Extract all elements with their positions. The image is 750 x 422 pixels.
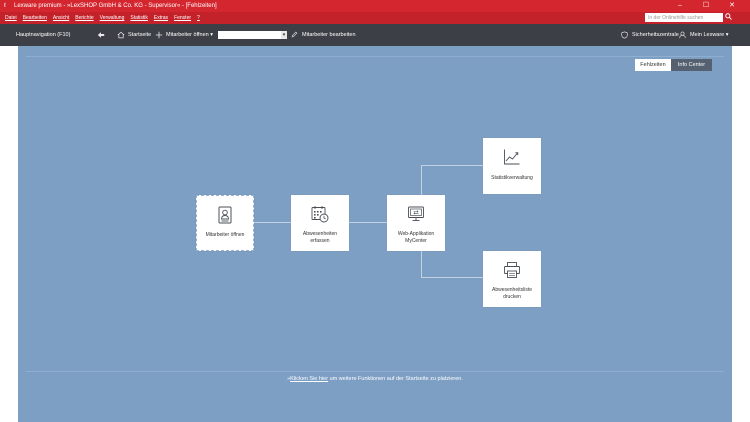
pencil-icon[interactable] xyxy=(291,24,298,46)
calendar-clock-icon xyxy=(291,205,349,223)
open-employee-label: Mitarbeiter öffnen xyxy=(166,32,209,38)
add-functions-hint: »Klicken Sie hier um weitere Funktionen … xyxy=(18,376,732,382)
shield-icon[interactable] xyxy=(621,24,628,46)
tile-print-absences[interactable]: Abwesenheitsliste drucken xyxy=(483,251,541,307)
tile-label: Web-Applikation MyCenter xyxy=(397,231,435,244)
view-tabs: Fehlzeiten Info Center xyxy=(635,59,712,71)
tile-record-absences[interactable]: Abwesenheiten erfassen xyxy=(291,195,349,251)
account-label: Mein Lexware xyxy=(690,32,725,38)
menu-help[interactable]: ? xyxy=(194,15,203,21)
menu-bearbeiten[interactable]: Bearbeiten xyxy=(20,15,50,21)
tile-statistics[interactable]: Statistikverwaltung xyxy=(483,138,541,194)
home-button[interactable]: Startseite xyxy=(128,24,151,46)
employee-select[interactable]: ▾ xyxy=(218,31,287,39)
tile-open-employee[interactable]: Mitarbeiter öffnen xyxy=(196,195,254,251)
plus-icon[interactable] xyxy=(155,24,163,46)
monitor-icon xyxy=(387,205,445,223)
add-functions-link[interactable]: Klicken Sie hier xyxy=(290,376,328,382)
home-icon[interactable] xyxy=(117,24,125,46)
window-title: Lexware premium - »LexSHOP GmbH & Co. KG… xyxy=(14,3,217,9)
tab-fehlzeiten[interactable]: Fehlzeiten xyxy=(635,59,671,71)
employee-card-icon xyxy=(197,206,253,224)
connector-line xyxy=(421,165,422,195)
account-menu-button[interactable]: Mein Lexware ▾ xyxy=(690,24,729,46)
connector-line xyxy=(254,222,291,223)
close-button[interactable]: ✕ xyxy=(719,0,745,12)
divider xyxy=(26,371,724,372)
divider xyxy=(26,56,724,57)
menu-fenster[interactable]: Fenster xyxy=(171,15,194,21)
tab-info-center[interactable]: Info Center xyxy=(671,59,712,71)
tile-label: Abwesenheiten erfassen xyxy=(302,231,338,244)
tile-label: Statistikverwaltung xyxy=(491,175,533,181)
back-arrow-icon[interactable] xyxy=(97,24,105,46)
chart-line-icon xyxy=(483,148,541,166)
menu-statistik[interactable]: Statistik xyxy=(127,15,151,21)
security-center-button[interactable]: Sicherheitszentrale xyxy=(632,24,679,46)
maximize-button[interactable]: ☐ xyxy=(693,0,719,12)
tile-label: Abwesenheitsliste drucken xyxy=(491,287,533,300)
connector-line xyxy=(349,222,387,223)
help-search-input[interactable] xyxy=(645,13,723,22)
main-canvas: Fehlzeiten Info Center Mitarbeiter öffne… xyxy=(18,46,732,422)
chevron-down-icon[interactable]: ▾ xyxy=(281,31,287,39)
title-bar: ℓ Lexware premium - »LexSHOP GmbH & Co. … xyxy=(0,0,750,12)
menu-bar: Datei Bearbeiten Ansicht Berichte Verwal… xyxy=(0,12,750,24)
minimize-button[interactable]: – xyxy=(667,0,693,12)
menu-ansicht[interactable]: Ansicht xyxy=(50,15,72,21)
printer-icon xyxy=(483,261,541,279)
connector-line xyxy=(421,277,483,278)
app-icon: ℓ xyxy=(4,3,6,9)
menu-extras[interactable]: Extras xyxy=(151,15,171,21)
menu-berichte[interactable]: Berichte xyxy=(72,15,96,21)
hint-text: um weitere Funktionen auf der Startseite… xyxy=(328,376,463,382)
user-icon[interactable] xyxy=(679,24,686,46)
tile-web-app[interactable]: Web-Applikation MyCenter xyxy=(387,195,445,251)
right-margin xyxy=(732,46,750,422)
edit-employee-button[interactable]: Mitarbeiter bearbeiten xyxy=(302,24,356,46)
connector-line xyxy=(421,251,422,278)
tile-label: Mitarbeiter öffnen xyxy=(205,232,245,238)
main-navigation-button[interactable]: Hauptnavigation (F10) xyxy=(16,24,70,46)
connector-line xyxy=(421,165,483,166)
left-margin xyxy=(0,46,18,422)
toolbar: Hauptnavigation (F10) Startseite Mitarbe… xyxy=(0,24,750,46)
menu-datei[interactable]: Datei xyxy=(0,15,20,21)
open-employee-button[interactable]: Mitarbeiter öffnen ▾ xyxy=(166,24,213,46)
menu-verwaltung[interactable]: Verwaltung xyxy=(97,15,128,21)
search-icon[interactable] xyxy=(724,13,733,22)
